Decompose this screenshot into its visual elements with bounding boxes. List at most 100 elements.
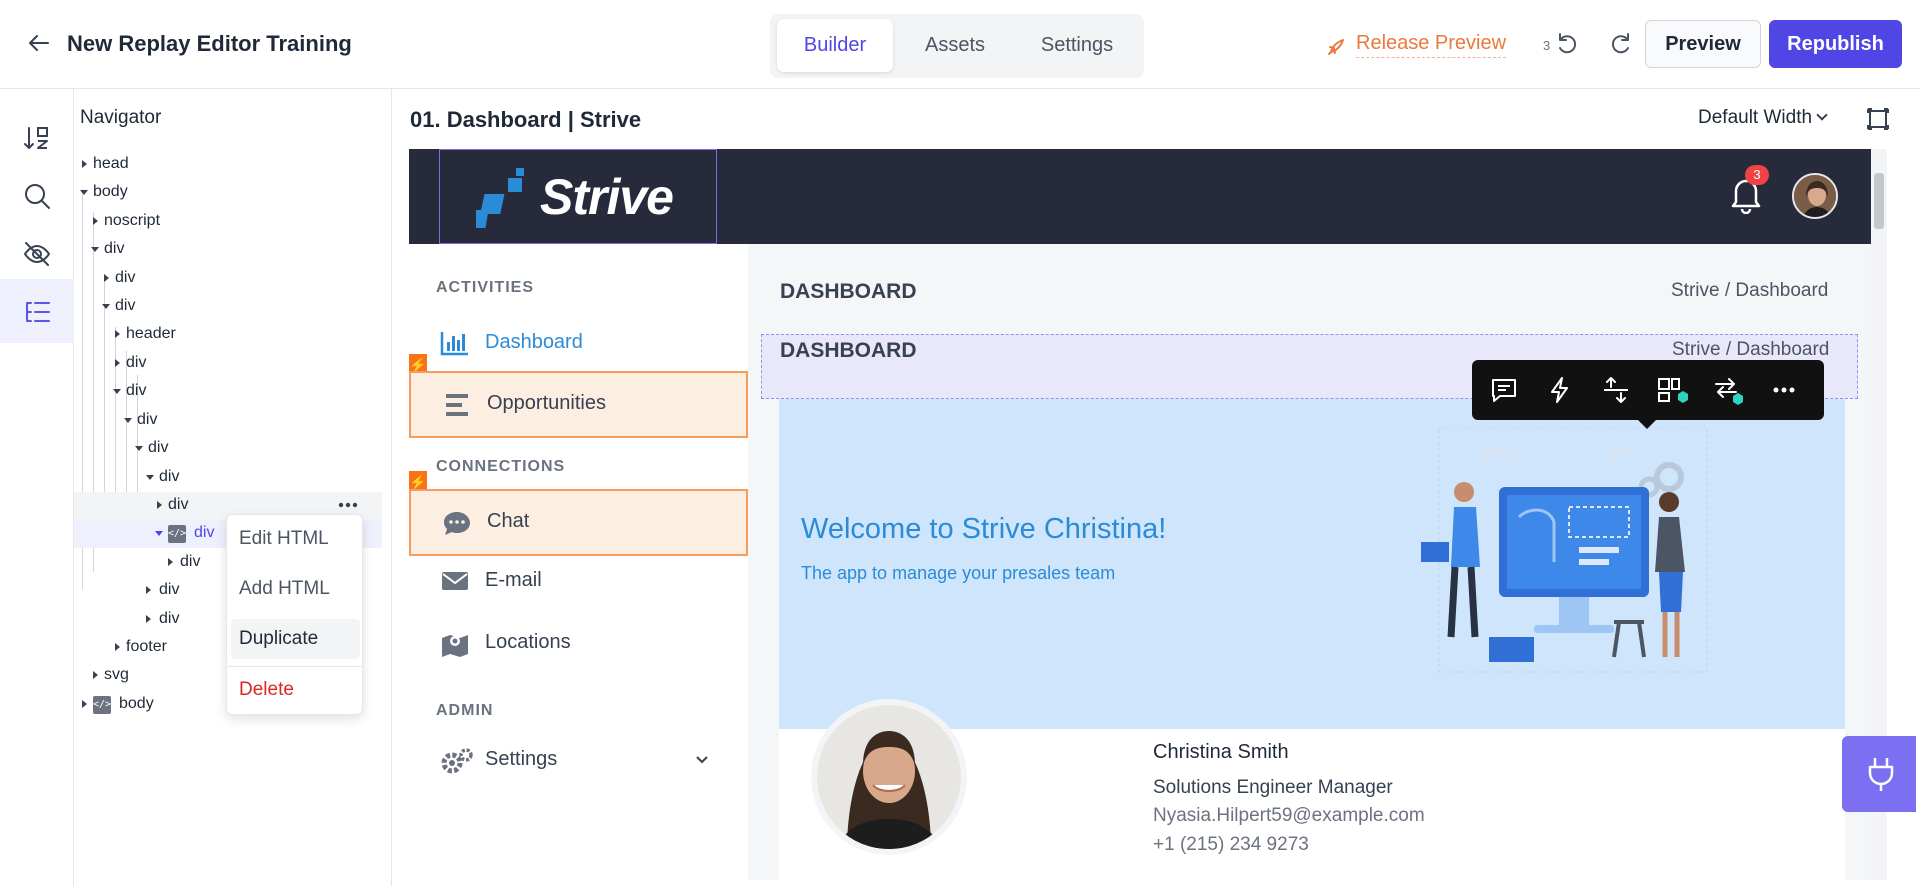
code-icon: </>: [168, 525, 186, 543]
republish-button[interactable]: Republish: [1769, 20, 1902, 68]
sidebar-item-label: Opportunities: [487, 392, 606, 414]
welcome-title: Welcome to Strive Christina!: [801, 513, 1167, 545]
tree-node[interactable]: div: [74, 350, 382, 378]
chevron-down-icon: [696, 756, 708, 764]
search-icon[interactable]: [0, 163, 74, 227]
preview-button[interactable]: Preview: [1645, 20, 1761, 68]
section-title: CONNECTIONS: [436, 458, 566, 475]
tab-builder[interactable]: Builder: [777, 19, 893, 72]
avatar[interactable]: [1792, 173, 1838, 219]
delete-menu-item[interactable]: Delete: [231, 670, 360, 710]
profile-name: Christina Smith: [1153, 741, 1289, 763]
frame-icon[interactable]: [1866, 107, 1890, 131]
component-icon[interactable]: [1656, 374, 1688, 406]
sidebar-item-chat[interactable]: Chat: [409, 489, 748, 556]
tree-node[interactable]: div: [74, 236, 382, 264]
tree-node[interactable]: header: [74, 321, 382, 349]
element-toolbar: [1472, 360, 1824, 429]
welcome-card: Welcome to Strive Christina! The app to …: [779, 399, 1845, 729]
back-arrow-icon[interactable]: [26, 30, 52, 56]
tree-list-icon[interactable]: [0, 279, 74, 343]
tree-node[interactable]: div: [74, 265, 382, 293]
icon-rail: [0, 89, 74, 886]
more-icon[interactable]: [338, 502, 358, 508]
breadcrumb: Strive / Dashboard: [1672, 339, 1830, 360]
edit-html-menu-item[interactable]: Edit HTML: [231, 519, 360, 559]
profile-card: Christina Smith Solutions Engineer Manag…: [779, 699, 1845, 880]
profile-photo: [811, 699, 967, 855]
sidebar-item-label: E-mail: [485, 569, 542, 591]
sidebar-item-label: Chat: [487, 510, 530, 532]
sidebar-item-label: Locations: [485, 631, 571, 653]
app-title: New Replay Editor Training: [67, 31, 352, 56]
chevron-down-icon: [1816, 109, 1828, 121]
page-title: 01. Dashboard | Strive: [410, 107, 642, 132]
notification-badge: 3: [1745, 165, 1769, 185]
release-preview-label: Release Preview: [1356, 32, 1507, 58]
tab-assets[interactable]: Assets: [897, 19, 1013, 72]
profile-role: Solutions Engineer Manager: [1153, 777, 1393, 798]
undo-icon[interactable]: [1554, 31, 1580, 57]
site-main: DASHBOARD Strive / Dashboard DASHBOARD S…: [748, 244, 1871, 880]
map-icon: [442, 635, 468, 657]
rocket-icon: [1328, 39, 1344, 55]
top-bar: New Replay Editor Training Builder Asset…: [0, 0, 1920, 89]
breadcrumb: Strive / Dashboard: [1671, 280, 1829, 301]
logo-text: Strive: [540, 169, 674, 225]
tree-node[interactable]: div: [74, 407, 382, 435]
tree-node[interactable]: div: [74, 435, 382, 463]
sidebar-item-settings[interactable]: Settings: [409, 729, 748, 791]
tree-node[interactable]: noscript: [74, 208, 382, 236]
sidebar-item-locations[interactable]: Locations: [409, 612, 748, 674]
sidebar-item-dashboard[interactable]: Dashboard: [409, 312, 748, 374]
dashboard-title: DASHBOARD: [780, 339, 917, 362]
mail-icon: [442, 572, 468, 590]
scrollbar-thumb[interactable]: [1874, 173, 1884, 229]
sidebar-item-opportunities[interactable]: Opportunities: [409, 371, 748, 438]
welcome-subtitle: The app to manage your presales team: [801, 563, 1116, 583]
tree-node[interactable]: head: [74, 151, 382, 179]
add-html-menu-item[interactable]: Add HTML: [231, 569, 360, 609]
team-illustration: [1421, 427, 1708, 673]
context-menu: Edit HTML Add HTML Duplicate Delete: [226, 514, 363, 715]
site-sidebar: ACTIVITIES Dashboard ⚡ Opportunities CON…: [409, 244, 748, 880]
gear-icon: [441, 748, 473, 774]
profile-email: Nyasia.Hilpert59@example.com: [1153, 805, 1425, 826]
navigator-panel: Navigator head body noscript div div div…: [74, 89, 392, 886]
sidebar-item-label: Dashboard: [485, 331, 583, 353]
lightning-icon[interactable]: [1544, 374, 1576, 406]
logo[interactable]: Strive: [439, 149, 717, 244]
profile-phone: +1 (215) 234 9273: [1153, 834, 1309, 855]
redo-icon[interactable]: [1608, 31, 1634, 57]
chat-icon: [444, 512, 470, 535]
navigator-title: Navigator: [80, 107, 162, 128]
plug-icon[interactable]: [1842, 736, 1916, 812]
code-icon: </>: [93, 696, 111, 714]
comment-icon[interactable]: [1488, 374, 1520, 406]
more-icon[interactable]: [1768, 374, 1800, 406]
width-select[interactable]: Default Width: [1698, 107, 1828, 129]
tree-node[interactable]: div: [74, 378, 382, 406]
tree-node[interactable]: body: [74, 179, 382, 207]
tree-node[interactable]: div: [74, 293, 382, 321]
tree-node[interactable]: div: [74, 464, 382, 492]
site-header: Strive 3: [409, 149, 1871, 244]
logo-mark-icon: [476, 168, 524, 228]
section-title: ACTIVITIES: [436, 279, 535, 296]
width-select-label: Default Width: [1698, 107, 1813, 128]
eye-slash-icon[interactable]: [0, 221, 74, 285]
sidebar-item-label: Settings: [485, 748, 558, 770]
sidebar-item-email[interactable]: E-mail: [409, 550, 748, 612]
tab-settings[interactable]: Settings: [1017, 19, 1137, 72]
section-title: ADMIN: [436, 702, 494, 719]
menu-divider: [227, 666, 362, 667]
swap-component-icon[interactable]: [1712, 374, 1744, 406]
duplicate-menu-item[interactable]: Duplicate: [231, 619, 360, 659]
site-preview-frame: Strive 3 ACTIVITIES Dashboard ⚡ Opportun…: [409, 149, 1887, 880]
move-vertical-icon[interactable]: [1600, 374, 1632, 406]
sort-icon[interactable]: [0, 105, 74, 169]
mode-tabs: Builder Assets Settings: [770, 14, 1144, 78]
dashboard-title: DASHBOARD: [780, 280, 917, 303]
undo-count: 3: [1543, 38, 1551, 53]
bars-icon: [446, 394, 468, 416]
